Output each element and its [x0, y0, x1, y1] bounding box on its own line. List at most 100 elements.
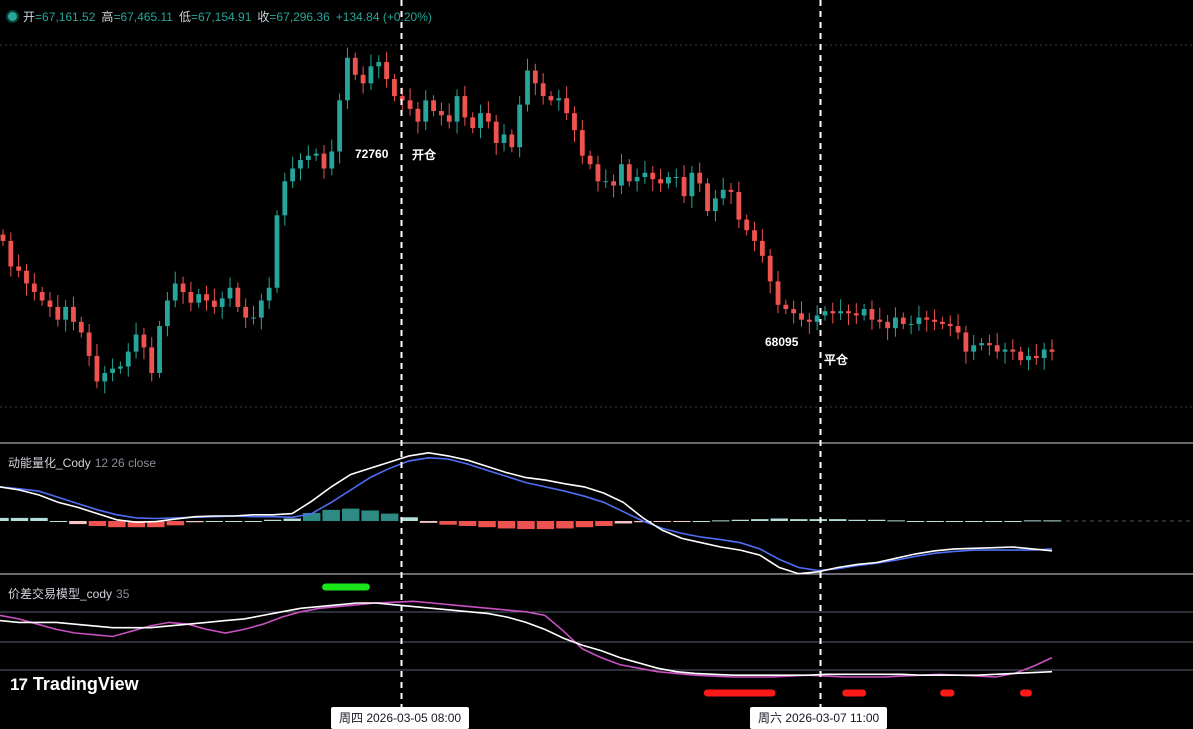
candle-body — [345, 57, 350, 101]
momentum-histogram-bar — [225, 521, 243, 522]
candle-body — [673, 177, 679, 179]
candle-body — [900, 317, 906, 324]
candle-body — [384, 62, 389, 80]
candle-body — [39, 292, 45, 301]
close-price-label: 68095 — [765, 335, 799, 349]
candle-body — [861, 309, 867, 316]
candle-body — [799, 313, 804, 320]
candle-body — [258, 300, 264, 318]
logo-text: TradingView — [32, 674, 139, 694]
candle-body — [86, 332, 92, 356]
candle-body — [188, 292, 194, 303]
candle-body — [360, 74, 366, 84]
candle-body — [305, 155, 311, 160]
candle-body — [227, 287, 233, 299]
candle-body — [705, 183, 710, 212]
momentum-histogram-bar — [283, 518, 301, 521]
candle-body — [1033, 355, 1039, 359]
momentum-histogram-bar — [205, 521, 224, 522]
candle-body — [869, 309, 875, 320]
chart-canvas[interactable] — [0, 0, 1193, 729]
candle-body — [540, 83, 546, 97]
momentum-histogram-bar — [264, 519, 282, 521]
spread-signal-marker — [322, 583, 370, 591]
candle-body — [681, 177, 687, 197]
candle-body — [337, 100, 343, 152]
candle-body — [470, 117, 476, 129]
spread-pane-title: 价差交易模型_cody 35 — [8, 585, 129, 602]
candle-body — [485, 113, 491, 122]
momentum-histogram-bar — [497, 521, 516, 529]
candle-body — [392, 79, 397, 97]
momentum-histogram-bar — [439, 521, 457, 525]
candle-body — [164, 300, 170, 327]
momentum-histogram-bar — [595, 521, 613, 526]
chart-area[interactable] — [0, 0, 1193, 729]
candle-body — [822, 311, 828, 316]
candle-body — [1010, 349, 1016, 352]
momentum-histogram-bar — [244, 521, 262, 522]
momentum-histogram-bar — [380, 513, 399, 521]
momentum-histogram-bar — [867, 519, 886, 521]
candle-body — [932, 319, 937, 322]
momentum-histogram-bar — [653, 521, 672, 522]
candle-body — [728, 189, 734, 192]
tradingview-mark-icon: 17 — [10, 674, 28, 694]
close-position-label: 平仓 — [824, 353, 849, 367]
momentum-histogram-bar — [926, 521, 944, 522]
spread-line — [0, 600, 1053, 678]
candle-body — [71, 306, 76, 322]
candle-body — [626, 164, 632, 182]
candle-body — [313, 153, 319, 156]
candle-body — [1002, 349, 1008, 352]
candle-body — [1018, 351, 1024, 361]
momentum-histogram-bar — [556, 521, 574, 529]
candle-body — [986, 343, 992, 346]
candle-body — [47, 300, 53, 307]
candle-body — [243, 306, 249, 318]
candle-body — [149, 347, 155, 373]
candle-body — [196, 294, 202, 303]
momentum-histogram-bar — [166, 521, 185, 526]
high-label: 高 — [101, 10, 114, 24]
momentum-histogram-bar — [965, 521, 983, 522]
candle-body — [885, 321, 891, 329]
momentum-params: 12 26 close — [94, 456, 157, 470]
candle-body — [595, 164, 601, 182]
candle-body — [994, 345, 1000, 352]
candle-body — [110, 368, 115, 373]
candle-body — [63, 306, 69, 320]
momentum-histogram-bar — [614, 521, 633, 524]
candle-body — [509, 134, 515, 148]
spread-ma-line — [0, 602, 1053, 676]
candle-body — [141, 334, 147, 348]
momentum-histogram-bar — [1023, 520, 1042, 522]
candle-body — [462, 96, 468, 118]
momentum-signal-line — [0, 456, 1053, 572]
candle-body — [712, 198, 718, 212]
momentum-histogram-bar — [692, 521, 711, 522]
candle-body — [290, 168, 296, 182]
candle-body — [572, 113, 577, 131]
candle-body — [806, 319, 812, 322]
momentum-histogram-bar — [419, 521, 438, 523]
momentum-histogram-bar — [673, 521, 691, 522]
momentum-title: 动能量化_Cody — [8, 456, 91, 470]
candle-body — [955, 326, 961, 333]
candle-body — [321, 153, 327, 169]
candle-body — [180, 283, 186, 293]
spread-signal-marker — [1020, 689, 1032, 697]
momentum-histogram-bar — [790, 519, 808, 521]
candle-body — [438, 111, 444, 116]
momentum-histogram-bar — [809, 519, 827, 521]
spread-signal-marker — [940, 689, 955, 697]
candle-body — [736, 191, 742, 220]
spread-signal-marker — [703, 689, 776, 697]
candle-body — [893, 317, 898, 329]
candle-body — [298, 159, 303, 169]
candle-body — [211, 300, 217, 307]
momentum-histogram-bar — [828, 519, 847, 521]
spread-signal-marker — [842, 689, 867, 697]
momentum-histogram-bar — [751, 519, 769, 521]
status-dot-icon — [8, 12, 17, 21]
